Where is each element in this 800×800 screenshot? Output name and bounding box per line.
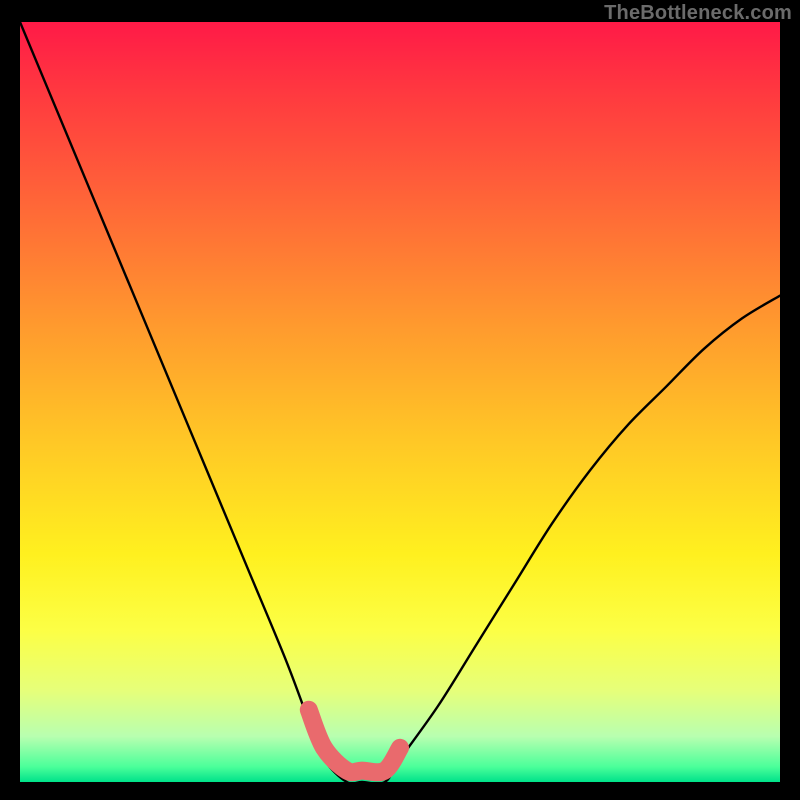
chart-plot-area [20, 22, 780, 782]
chart-frame: TheBottleneck.com [0, 0, 800, 800]
bottleneck-curve-path [20, 22, 780, 782]
bottleneck-curve-svg [20, 22, 780, 782]
bottleneck-highlight-path [309, 710, 400, 772]
